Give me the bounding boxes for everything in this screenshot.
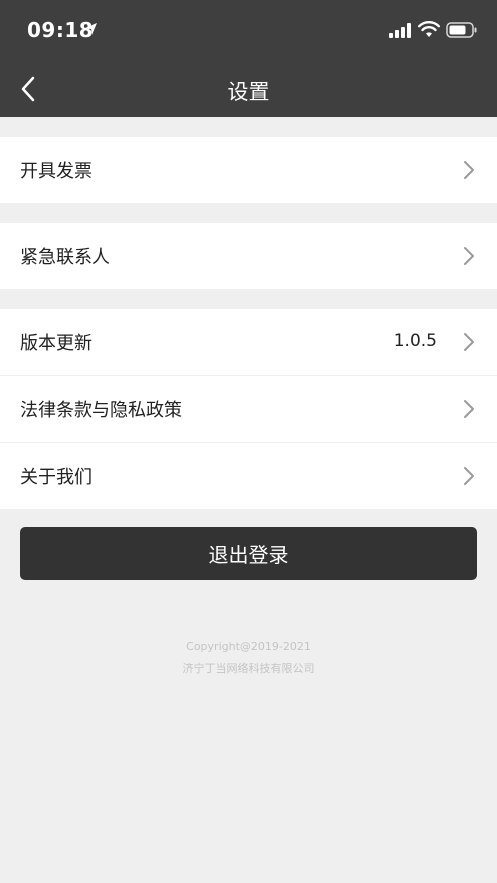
location-arrow-icon (85, 23, 97, 35)
settings-group-contact: 紧急联系人 (0, 223, 497, 289)
settings-item-label: 法律条款与隐私政策 (20, 400, 182, 421)
chevron-right-icon (464, 247, 474, 265)
chevron-right-icon (464, 333, 474, 351)
page-title: 设置 (227, 80, 270, 104)
settings-item-label: 关于我们 (20, 467, 92, 488)
settings-item-emergency-contact[interactable]: 紧急联系人 (0, 223, 497, 289)
settings-group-about: 版本更新 1.0.5 法律条款与隐私政策 关于我们 (0, 309, 497, 509)
version-value: 1.0.5 (393, 331, 437, 351)
settings-item-about-us[interactable]: 关于我们 (0, 443, 497, 509)
settings-item-label: 紧急联系人 (20, 247, 110, 268)
settings-item-legal-privacy[interactable]: 法律条款与隐私政策 (0, 376, 497, 443)
copyright-text: Copyright@2019-2021 (186, 640, 311, 653)
battery-icon (446, 22, 477, 38)
wifi-icon (418, 21, 440, 37)
logout-button[interactable]: 退出登录 (20, 527, 477, 580)
top-bar: 09:18 设置 (0, 0, 497, 117)
chevron-right-icon (464, 161, 474, 179)
chevron-right-icon (464, 400, 474, 418)
settings-group-invoice: 开具发票 (0, 137, 497, 203)
nav-bar: 设置 (0, 60, 497, 117)
signal-icon (389, 23, 411, 38)
footer: Copyright@2019-2021 济宁丁当网络科技有限公司 (0, 636, 497, 680)
settings-item-label: 版本更新 (20, 333, 92, 354)
chevron-right-icon (464, 467, 474, 485)
company-name: 济宁丁当网络科技有限公司 (182, 662, 315, 675)
settings-item-invoice[interactable]: 开具发票 (0, 137, 497, 203)
status-bar: 09:18 (0, 0, 497, 60)
settings-item-version-update[interactable]: 版本更新 1.0.5 (0, 309, 497, 376)
settings-item-label: 开具发票 (20, 161, 92, 182)
